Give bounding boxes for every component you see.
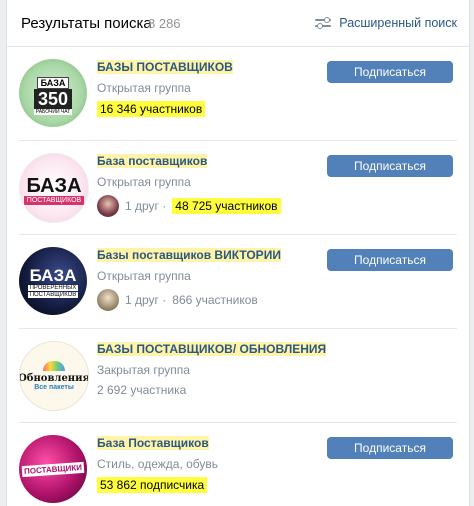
group-name-link[interactable]: БАЗЫ ПОСТАВЩИКОВ	[97, 60, 233, 74]
filter-icon	[315, 17, 332, 29]
list-item: БАЗА ПРОВЕРЕННЫХ ПОСТАВЩИКОВ Базы постав…	[7, 235, 469, 329]
friend-avatar[interactable]	[97, 289, 119, 311]
avatar-text: ПОСТАВЩИКОВ	[27, 291, 79, 298]
member-count: 48 725 участников	[172, 198, 281, 214]
group-type: Открытая группа	[97, 175, 191, 189]
avatar-text: Все пакеты	[34, 384, 74, 391]
avatar-text: БАЗА	[29, 265, 77, 285]
advanced-search-link[interactable]: Расширенный поиск	[315, 16, 457, 30]
friend-avatar[interactable]	[97, 195, 119, 217]
group-name: База Поставщиков	[97, 436, 209, 450]
group-members: 1 друг · 866 участников	[97, 289, 258, 311]
group-name: БАЗЫ ПОСТАВЩИКОВ	[97, 60, 233, 74]
member-count: 16 346 участников	[97, 101, 206, 117]
avatar-text: РАБОЧИЙ ЧАТ	[33, 109, 73, 115]
group-members: 1 друг · 48 725 участников	[97, 195, 281, 217]
member-count: 2 692 участника	[97, 383, 187, 397]
subscribe-button[interactable]: Подписаться	[327, 155, 453, 177]
results-count: 8 286	[148, 16, 181, 31]
group-name: Базы поставщиков ВИКТОРИИ	[97, 248, 281, 262]
group-members: 2 692 участника	[97, 383, 186, 397]
group-members: 53 862 подписчика	[97, 477, 208, 493]
advanced-search-label: Расширенный поиск	[339, 16, 457, 30]
list-item: Обновления Все пакеты БАЗЫ ПОСТАВЩИКОВ/ …	[7, 329, 469, 423]
results-header: Результаты поиска 8 286 Расширенный поис…	[7, 0, 469, 47]
group-members: 16 346 участников	[97, 101, 206, 117]
subscribe-button[interactable]: Подписаться	[327, 437, 453, 459]
group-avatar[interactable]: БАЗА 350 РАБОЧИЙ ЧАТ	[19, 59, 87, 127]
avatar-text: Обновления	[19, 373, 89, 384]
group-type: Открытая группа	[97, 269, 191, 283]
group-avatar[interactable]: БАЗА ПРОВЕРЕННЫХ ПОСТАВЩИКОВ	[19, 247, 87, 315]
member-count: 53 862 подписчика	[97, 477, 208, 493]
subscribe-button[interactable]: Подписаться	[327, 249, 453, 271]
search-results-panel: Результаты поиска 8 286 Расширенный поис…	[6, 0, 470, 506]
list-item: ПОСТАВЩИКИ База Поставщиков Стиль, одежд…	[7, 423, 469, 506]
group-name-link[interactable]: БАЗЫ ПОСТАВЩИКОВ/ ОБНОВЛЕНИЯ	[97, 342, 327, 356]
member-count: 866 участников	[172, 293, 258, 307]
friends-count: 1 друг ·	[125, 199, 167, 213]
group-avatar[interactable]: БАЗА ПОСТАВЩИКОВ	[19, 153, 89, 223]
avatar-text: 350	[33, 89, 73, 109]
page-title: Результаты поиска	[21, 15, 152, 32]
list-item: БАЗА 350 РАБОЧИЙ ЧАТ БАЗЫ ПОСТАВЩИКОВ От…	[7, 47, 469, 141]
group-name: База поставщиков	[97, 154, 208, 168]
subscribe-button[interactable]: Подписаться	[327, 61, 453, 83]
avatar-text: ПОСТАВЩИКОВ	[23, 195, 85, 205]
group-type: Стиль, одежда, обувь	[97, 457, 219, 471]
group-name-link[interactable]: База Поставщиков	[97, 436, 209, 450]
avatar-text: БАЗА	[36, 77, 70, 89]
group-avatar[interactable]: Обновления Все пакеты	[19, 341, 89, 411]
list-item: БАЗА ПОСТАВЩИКОВ База поставщиков Открыт…	[7, 141, 469, 235]
friends-count: 1 друг ·	[125, 293, 167, 307]
rainbow-icon	[43, 361, 65, 371]
avatar-text: БАЗА	[26, 174, 82, 197]
group-name: БАЗЫ ПОСТАВЩИКОВ/ ОБНОВЛЕНИЯ	[97, 342, 327, 356]
group-name-link[interactable]: Базы поставщиков ВИКТОРИИ	[97, 248, 281, 262]
avatar-text: ПОСТАВЩИКИ	[21, 461, 85, 477]
group-type: Открытая группа	[97, 81, 191, 95]
group-type: Закрытая группа	[97, 363, 190, 377]
group-avatar[interactable]: ПОСТАВЩИКИ	[19, 435, 87, 503]
group-name-link[interactable]: База поставщиков	[97, 154, 208, 168]
avatar-text: ПРОВЕРЕННЫХ	[27, 284, 79, 291]
